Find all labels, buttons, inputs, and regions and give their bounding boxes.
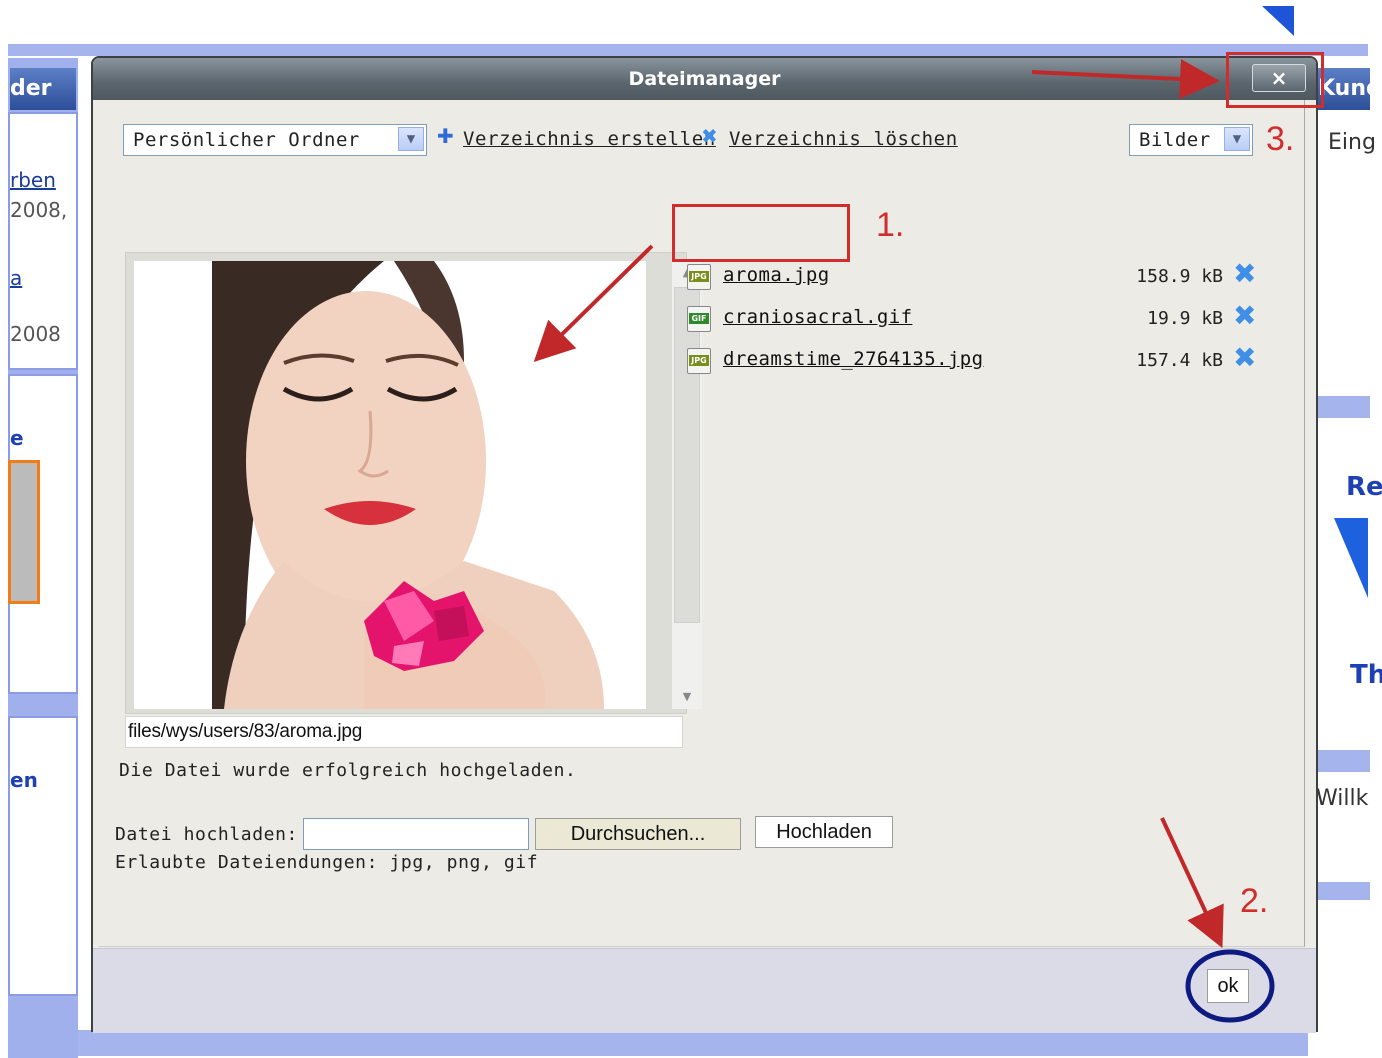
arrow-to-close (1031, 59, 1220, 100)
annotation-arrows (533, 59, 1275, 1023)
arrow-to-ok (1160, 817, 1224, 949)
annotation-circle-ok (1185, 949, 1275, 1023)
arrow-to-preview (533, 244, 654, 363)
